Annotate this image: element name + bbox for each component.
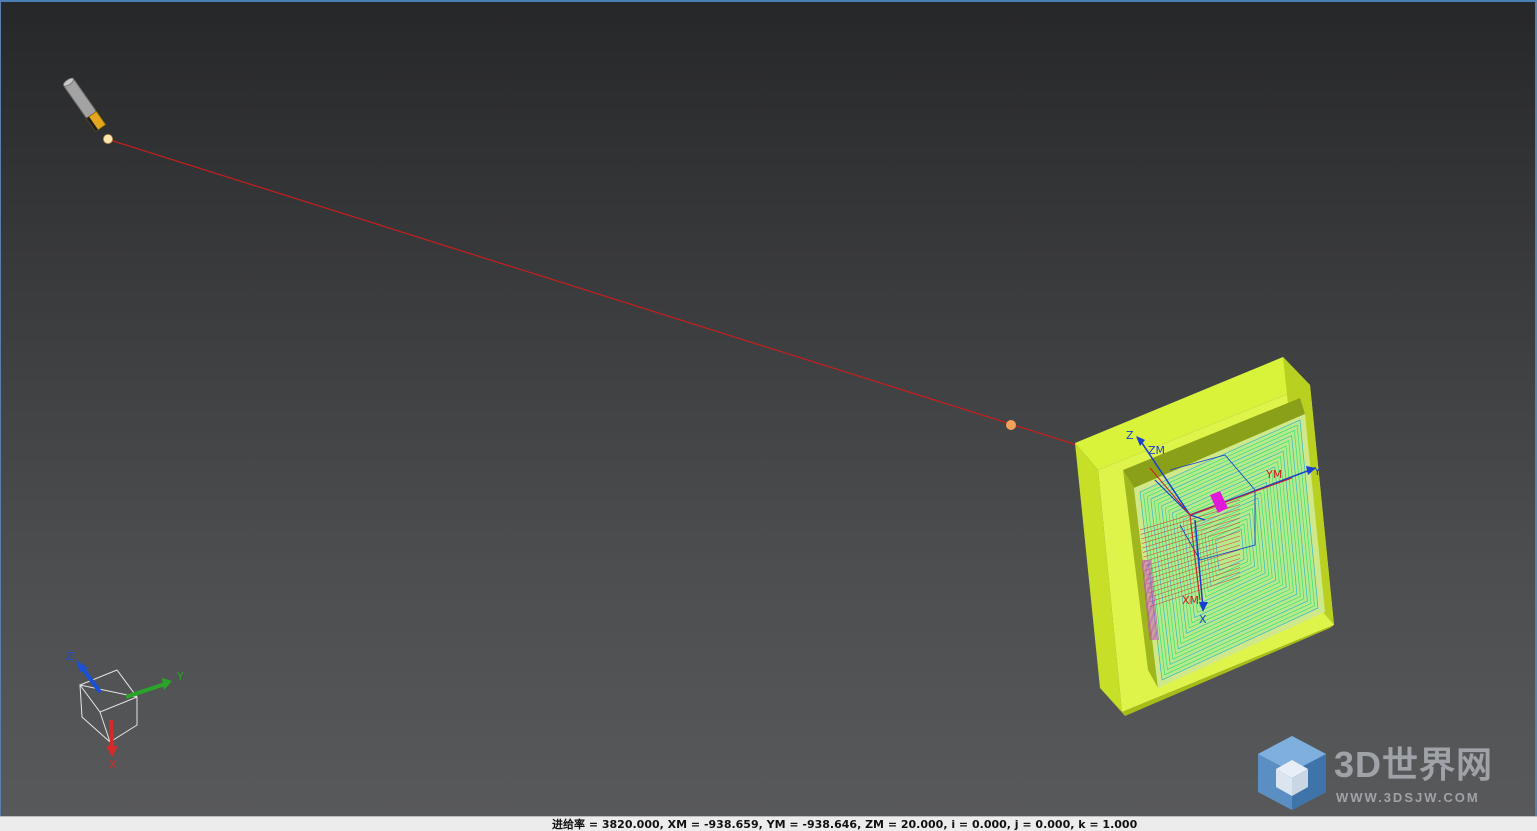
triad-x-label: X xyxy=(109,758,117,771)
csys-ym-label: YM xyxy=(1265,468,1282,481)
view-orientation-triad[interactable]: Z Y X xyxy=(66,650,184,771)
watermark: 3D世界网 WWW.3DSJW.COM xyxy=(1252,732,1520,812)
status-readout: 进给率 = 3820.000, XM = -938.659, YM = -938… xyxy=(552,818,1138,831)
csys-z-label: Z xyxy=(1126,429,1134,442)
watermark-url: WWW.3DSJW.COM xyxy=(1336,790,1480,805)
csys-x-label: X xyxy=(1199,613,1207,626)
status-bar: 进给率 = 3820.000, XM = -938.659, YM = -938… xyxy=(0,816,1537,831)
triad-z-label: Z xyxy=(66,650,74,663)
watermark-brand: 3D世界网 xyxy=(1334,744,1494,785)
graphics-viewport[interactable]: Z ZM YM Y XM X Z Y X 3D世界网 WWW.3DSJW.COM xyxy=(0,0,1537,816)
csys-xm-label: XM xyxy=(1182,594,1199,607)
csys-y-label: Y xyxy=(1313,465,1321,478)
end-mill-tool-icon[interactable] xyxy=(62,77,113,144)
toolpath-marker-point[interactable] xyxy=(1006,420,1016,430)
3d-scene[interactable]: Z ZM YM Y XM X Z Y X xyxy=(0,0,1537,816)
csys-zm-label: ZM xyxy=(1148,444,1165,457)
3d-cube-logo-icon xyxy=(1258,736,1326,810)
triad-y-label: Y xyxy=(176,670,184,683)
workpiece-part[interactable] xyxy=(1075,357,1334,716)
toolpath-rapid-line[interactable] xyxy=(109,139,1151,469)
